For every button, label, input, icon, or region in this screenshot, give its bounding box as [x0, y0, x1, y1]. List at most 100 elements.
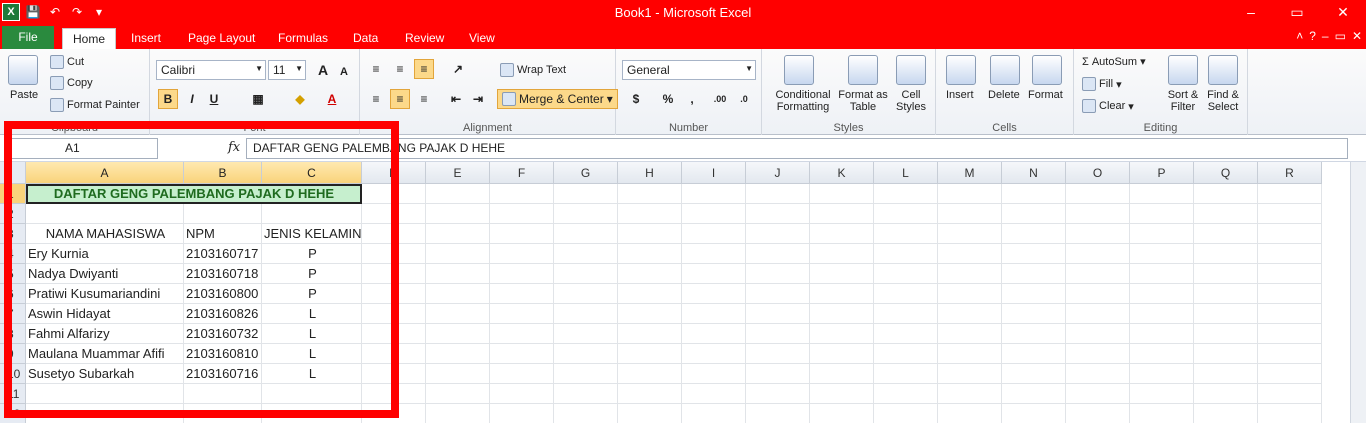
- cell[interactable]: [1002, 244, 1066, 264]
- delete-cells-icon[interactable]: [990, 55, 1020, 85]
- borders-icon[interactable]: ▦: [248, 89, 268, 109]
- cell[interactable]: [1130, 244, 1194, 264]
- orientation-icon[interactable]: ↗: [448, 59, 468, 79]
- cell[interactable]: [1002, 324, 1066, 344]
- cell[interactable]: [1130, 224, 1194, 244]
- cell[interactable]: [1258, 204, 1322, 224]
- cell[interactable]: [1194, 384, 1258, 404]
- tab-review[interactable]: Review: [397, 28, 452, 49]
- cell[interactable]: [618, 224, 682, 244]
- fill-button[interactable]: Fill ▾: [1082, 77, 1122, 91]
- cell[interactable]: [874, 384, 938, 404]
- column-header-f[interactable]: F: [490, 162, 554, 184]
- tab-formulas[interactable]: Formulas: [270, 28, 336, 49]
- column-header-n[interactable]: N: [1002, 162, 1066, 184]
- cell[interactable]: [1258, 284, 1322, 304]
- workbook-close-button[interactable]: ✕: [1352, 29, 1362, 43]
- cell[interactable]: [682, 204, 746, 224]
- cell[interactable]: [1066, 244, 1130, 264]
- cell[interactable]: [554, 404, 618, 423]
- cell[interactable]: [618, 304, 682, 324]
- cell[interactable]: [426, 204, 490, 224]
- conditional-formatting-button[interactable]: Conditional Formatting: [768, 89, 838, 113]
- percent-icon[interactable]: %: [658, 89, 678, 109]
- cell[interactable]: [810, 184, 874, 204]
- column-header-p[interactable]: P: [1130, 162, 1194, 184]
- cell[interactable]: [682, 284, 746, 304]
- cell[interactable]: [554, 244, 618, 264]
- cell[interactable]: [490, 224, 554, 244]
- format-button[interactable]: Format: [1028, 89, 1063, 101]
- shrink-font-button[interactable]: A: [334, 62, 354, 82]
- currency-icon[interactable]: $: [626, 89, 646, 109]
- cell[interactable]: [810, 244, 874, 264]
- cell[interactable]: [938, 264, 1002, 284]
- number-format-select[interactable]: General ▼: [622, 60, 756, 80]
- cell[interactable]: [426, 304, 490, 324]
- cell[interactable]: [874, 204, 938, 224]
- grow-font-button[interactable]: A: [313, 60, 333, 80]
- cell[interactable]: [490, 284, 554, 304]
- cell[interactable]: [426, 364, 490, 384]
- conditional-formatting-icon[interactable]: [784, 55, 814, 85]
- cell[interactable]: [618, 404, 682, 423]
- cell[interactable]: [810, 284, 874, 304]
- cell[interactable]: [1258, 224, 1322, 244]
- sort-filter-icon[interactable]: [1168, 55, 1198, 85]
- find-select-button[interactable]: Find & Select: [1202, 89, 1244, 113]
- align-bottom-icon[interactable]: ≡: [414, 59, 434, 79]
- cell[interactable]: [1194, 304, 1258, 324]
- cell[interactable]: [938, 364, 1002, 384]
- collapse-ribbon-icon[interactable]: ˄: [1296, 29, 1303, 43]
- cell[interactable]: [874, 344, 938, 364]
- cell[interactable]: [554, 304, 618, 324]
- cell[interactable]: [746, 224, 810, 244]
- cell[interactable]: [554, 184, 618, 204]
- align-left-icon[interactable]: ≡: [366, 89, 386, 109]
- cell[interactable]: [1066, 324, 1130, 344]
- font-color-icon[interactable]: A: [322, 89, 342, 109]
- cell-styles-button[interactable]: Cell Styles: [890, 89, 932, 113]
- cell[interactable]: [1066, 264, 1130, 284]
- cell[interactable]: [618, 184, 682, 204]
- merge-center-button[interactable]: Merge & Center ▾: [497, 89, 618, 109]
- cell[interactable]: [554, 264, 618, 284]
- cell[interactable]: [1066, 304, 1130, 324]
- cell[interactable]: [746, 404, 810, 423]
- column-header-h[interactable]: H: [618, 162, 682, 184]
- cell[interactable]: [1002, 204, 1066, 224]
- cell[interactable]: [1066, 364, 1130, 384]
- autosum-button[interactable]: Σ AutoSum ▾: [1082, 55, 1146, 69]
- sort-filter-button[interactable]: Sort & Filter: [1162, 89, 1204, 113]
- minimize-button[interactable]: –: [1228, 0, 1274, 24]
- cell[interactable]: [1066, 284, 1130, 304]
- column-header-e[interactable]: E: [426, 162, 490, 184]
- cut-button[interactable]: Cut: [50, 55, 84, 69]
- cell[interactable]: [938, 384, 1002, 404]
- cell[interactable]: [1194, 184, 1258, 204]
- cell[interactable]: [426, 184, 490, 204]
- clear-button[interactable]: Clear ▾: [1082, 99, 1134, 113]
- tab-page-layout[interactable]: Page Layout: [180, 28, 263, 49]
- cell[interactable]: [682, 404, 746, 423]
- cell[interactable]: [554, 224, 618, 244]
- cell[interactable]: [1258, 264, 1322, 284]
- cell[interactable]: [426, 404, 490, 423]
- cell[interactable]: [490, 384, 554, 404]
- cell[interactable]: [874, 304, 938, 324]
- italic-button[interactable]: I: [182, 89, 202, 109]
- cell[interactable]: [1194, 404, 1258, 423]
- cell[interactable]: [554, 324, 618, 344]
- help-icon[interactable]: ?: [1309, 29, 1316, 43]
- cell[interactable]: [1066, 404, 1130, 423]
- cell[interactable]: [874, 224, 938, 244]
- insert-button[interactable]: Insert: [946, 89, 974, 101]
- cell[interactable]: [1258, 244, 1322, 264]
- cell[interactable]: [1002, 284, 1066, 304]
- tab-data[interactable]: Data: [345, 28, 386, 49]
- cell[interactable]: [554, 284, 618, 304]
- cell[interactable]: [746, 244, 810, 264]
- cell[interactable]: [426, 224, 490, 244]
- wrap-text-button[interactable]: Wrap Text: [500, 63, 566, 77]
- format-as-table-button[interactable]: Format as Table: [838, 89, 888, 113]
